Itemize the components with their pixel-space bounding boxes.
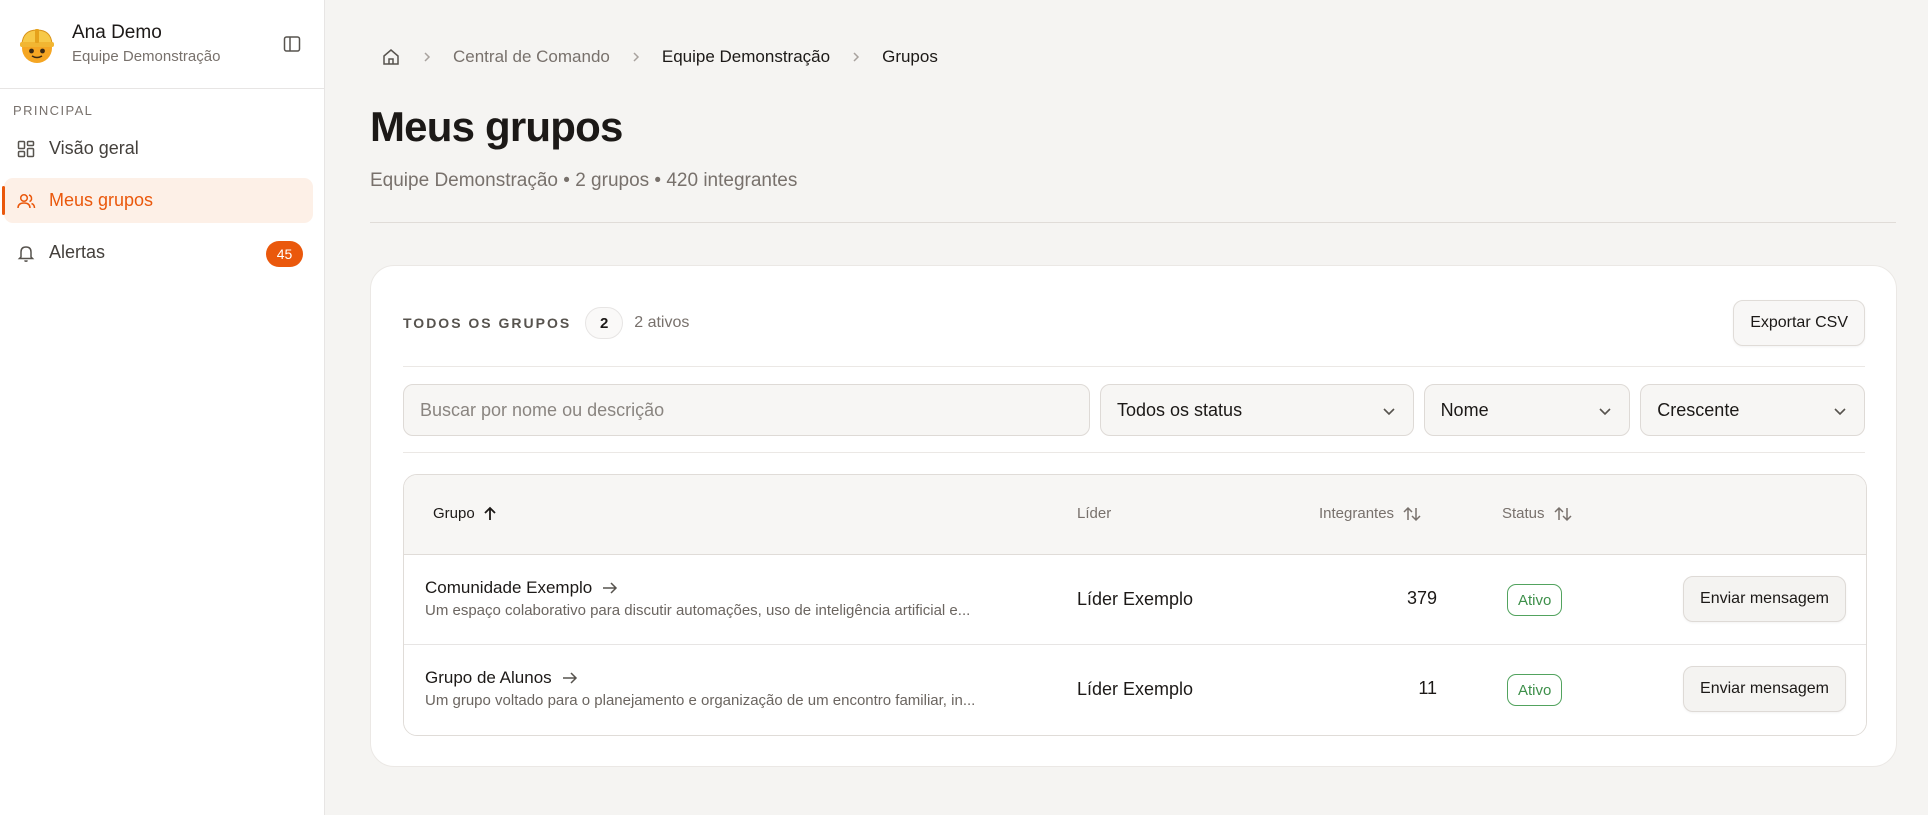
sort-toggle-icon[interactable] [1553,506,1573,522]
sidebar-item-alertas[interactable]: Alertas 45 [4,230,313,275]
sidebar-item-label: Meus grupos [49,190,154,210]
chevron-down-icon [1832,403,1848,419]
divider [370,222,1896,223]
breadcrumb-link-equipe[interactable]: Equipe Demonstração [662,47,830,67]
group-name: Comunidade Exemplo [425,578,593,597]
send-message-button[interactable]: Enviar mensagem [1683,576,1846,622]
status-select-value: Todos os status [1117,399,1243,420]
column-header-lider: Líder [1077,505,1111,522]
column-header-status[interactable]: Status [1502,505,1573,522]
arrow-up-icon[interactable] [483,506,497,522]
sort-toggle-icon[interactable] [1402,506,1422,522]
leader-cell: Líder Exemplo [1077,679,1194,699]
sort-order-value: Crescente [1657,399,1740,420]
card-title: TODOS OS GRUPOS [403,315,572,331]
alerts-count-badge: 45 [266,241,303,267]
page-subtitle: Equipe Demonstração • 2 grupos • 420 int… [370,170,798,191]
chevron-down-icon [1597,403,1613,419]
group-name-link[interactable]: Comunidade Exemplo [425,578,1045,598]
home-icon[interactable] [381,47,401,67]
sidebar-toggle-icon[interactable] [278,30,306,58]
group-cell: Comunidade Exemplo Um espaço colaborativ… [425,578,1045,619]
group-description: Um grupo voltado para o planejamento e o… [425,692,976,709]
active-count: 2 ativos [634,314,690,331]
status-badge: Ativo [1507,584,1563,616]
members-cell: 11 [1418,678,1437,698]
sidebar-item-label: Alertas [49,242,106,262]
group-count-pill: 2 [585,307,624,339]
group-cell: Grupo de Alunos Um grupo voltado para o … [425,668,1045,709]
table-row: Comunidade Exemplo Um espaço colaborativ… [404,555,1866,645]
user-team: Equipe Demonstração [72,48,221,65]
main-content: Central de Comando Equipe Demonstração G… [325,0,1928,815]
send-message-button[interactable]: Enviar mensagem [1683,666,1846,712]
user-name: Ana Demo [72,22,162,43]
bell-icon [16,243,36,263]
grid-icon [16,139,36,159]
sort-field-value: Nome [1440,399,1489,420]
table-row: Grupo de Alunos Um grupo voltado para o … [404,645,1866,735]
user-block: Ana Demo Equipe Demonstração [72,21,278,67]
status-badge: Ativo [1507,674,1563,706]
export-csv-button[interactable]: Exportar CSV [1733,300,1865,346]
sort-field-select[interactable]: Nome [1423,384,1631,436]
arrow-right-icon [562,671,578,685]
divider [403,366,1865,367]
chevron-right-icon [421,51,433,63]
sidebar: Ana Demo Equipe Demonstração PRINCIPAL V… [0,0,325,815]
breadcrumb: Central de Comando Equipe Demonstração G… [381,47,938,67]
column-label: Integrantes [1319,505,1395,522]
groups-table: Grupo Líder Integrantes Status Comunidad… [403,474,1867,736]
group-name: Grupo de Alunos [425,668,552,687]
arrow-right-icon [602,581,618,595]
sidebar-header: Ana Demo Equipe Demonstração [0,0,324,89]
sidebar-item-meus-grupos[interactable]: Meus grupos [2,178,313,223]
search-input[interactable] [403,384,1090,436]
chevron-down-icon [1381,403,1397,419]
group-name-link[interactable]: Grupo de Alunos [425,668,1045,688]
sidebar-item-visao-geral[interactable]: Visão geral [4,126,313,171]
divider [403,452,1865,453]
chevron-right-icon [630,51,642,63]
users-icon [16,191,36,211]
groups-card: TODOS OS GRUPOS 2 2 ativos Exportar CSV … [370,265,1897,767]
members-cell: 379 [1406,588,1437,608]
leader-cell: Líder Exemplo [1077,589,1194,609]
sidebar-item-label: Visão geral [49,138,139,158]
column-label: Grupo [433,505,475,522]
sort-order-select[interactable]: Crescente [1640,384,1865,436]
column-label: Status [1502,505,1545,522]
avatar[interactable] [18,25,56,63]
column-header-grupo[interactable]: Grupo [433,505,497,522]
section-label-principal: PRINCIPAL [13,103,94,118]
breadcrumb-link-central[interactable]: Central de Comando [453,47,610,67]
filters-bar: Todos os status Nome Crescente [403,384,1865,436]
breadcrumb-current: Grupos [882,47,938,66]
column-label: Líder [1077,505,1112,522]
column-header-integrantes[interactable]: Integrantes [1319,505,1422,522]
group-description: Um espaço colaborativo para discutir aut… [425,602,971,619]
chevron-right-icon [850,51,862,63]
table-header: Grupo Líder Integrantes Status [404,475,1866,555]
page-title: Meus grupos [370,103,623,150]
status-select[interactable]: Todos os status [1100,384,1414,436]
card-header: TODOS OS GRUPOS 2 2 ativos Exportar CSV [403,298,1865,348]
